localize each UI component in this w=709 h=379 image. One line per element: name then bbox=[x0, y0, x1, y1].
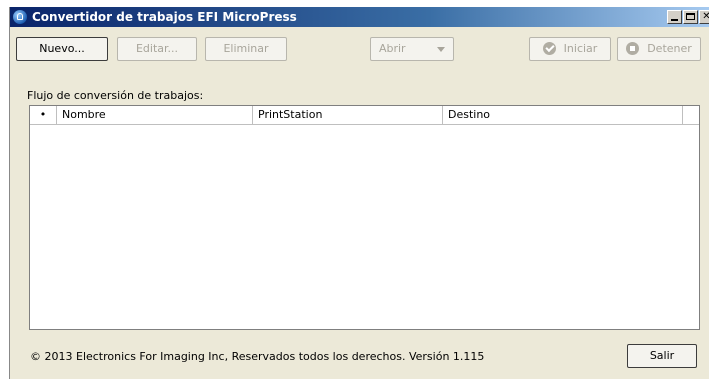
exit-button-label: Salir bbox=[649, 349, 675, 362]
minimize-icon[interactable] bbox=[667, 10, 682, 24]
chevron-down-icon bbox=[437, 46, 446, 52]
delete-button[interactable]: Eliminar bbox=[205, 37, 287, 61]
stop-circle-icon bbox=[626, 41, 640, 55]
column-header-destination[interactable]: Destino bbox=[443, 106, 683, 124]
main-window: Convertidor de trabajos EFI MicroPress ✕… bbox=[9, 7, 709, 379]
window-title: Convertidor de trabajos EFI MicroPress bbox=[32, 10, 297, 24]
toolbar: Nuevo... Editar... Eliminar Abrir Inicia… bbox=[10, 30, 709, 66]
new-button-label: Nuevo... bbox=[39, 42, 85, 55]
exit-button[interactable]: Salir bbox=[627, 344, 697, 368]
start-button-label: Iniciar bbox=[563, 42, 598, 55]
open-button-label: Abrir bbox=[378, 42, 406, 55]
job-flow-table[interactable]: • Nombre PrintStation Destino bbox=[29, 105, 700, 330]
check-circle-icon bbox=[542, 41, 556, 55]
maximize-icon[interactable] bbox=[683, 10, 698, 24]
delete-button-label: Eliminar bbox=[223, 42, 269, 55]
flow-label: Flujo de conversión de trabajos: bbox=[27, 89, 204, 102]
stop-button-label: Detener bbox=[647, 42, 692, 55]
title-bar: Convertidor de trabajos EFI MicroPress ✕ bbox=[10, 7, 709, 27]
edit-button-label: Editar... bbox=[135, 42, 179, 55]
start-button[interactable]: Iniciar bbox=[529, 37, 611, 61]
new-button[interactable]: Nuevo... bbox=[16, 37, 108, 61]
column-header-bullet[interactable]: • bbox=[30, 106, 57, 124]
column-header-name[interactable]: Nombre bbox=[57, 106, 253, 124]
stop-button[interactable]: Detener bbox=[617, 37, 701, 61]
column-header-printstation[interactable]: PrintStation bbox=[253, 106, 443, 124]
table-header: • Nombre PrintStation Destino bbox=[30, 106, 699, 125]
copyright-text: © 2013 Electronics For Imaging Inc, Rese… bbox=[30, 350, 485, 363]
edit-button[interactable]: Editar... bbox=[117, 37, 197, 61]
close-icon[interactable]: ✕ bbox=[699, 10, 709, 24]
app-icon bbox=[13, 10, 27, 24]
open-dropdown-button[interactable]: Abrir bbox=[370, 37, 454, 61]
